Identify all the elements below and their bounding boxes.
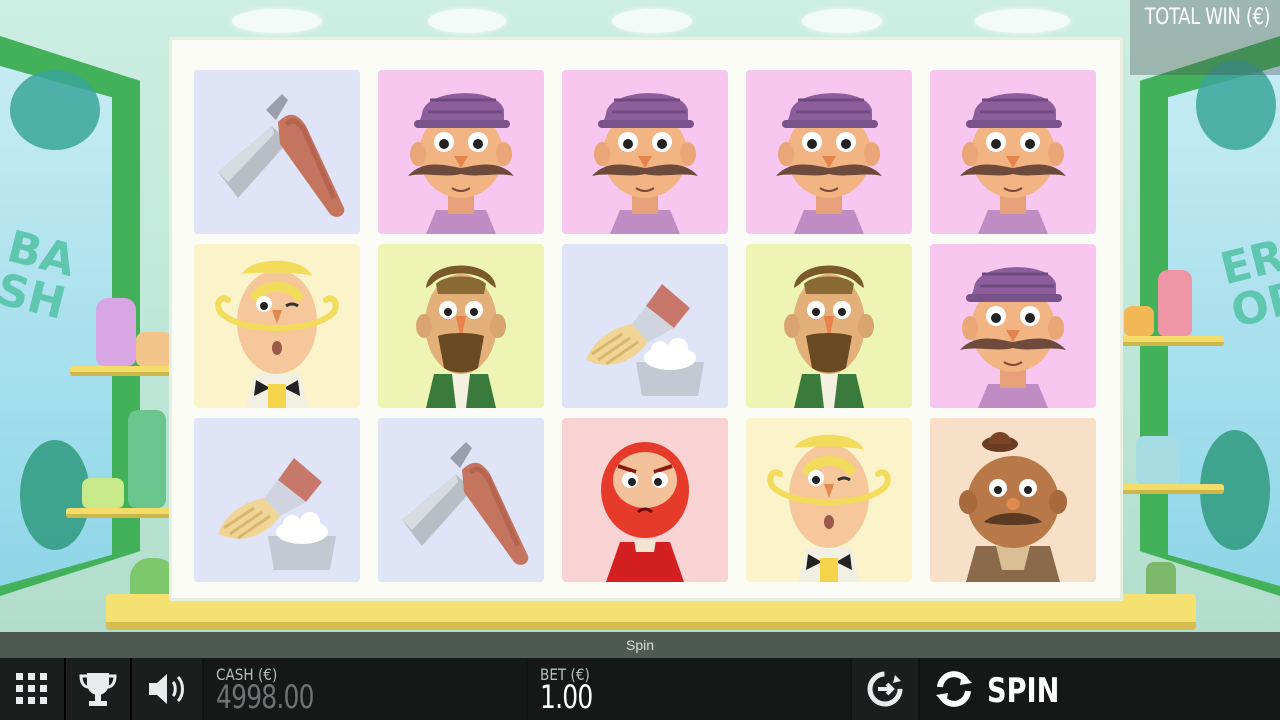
reel-5 — [922, 60, 1104, 590]
green-bottle — [128, 410, 166, 508]
trophy-button[interactable] — [66, 658, 130, 720]
trophy-icon — [79, 673, 117, 706]
shelf — [1120, 336, 1224, 346]
reel-3 — [554, 60, 736, 590]
total-win-label: TOTAL WIN (€) — [1144, 5, 1270, 30]
symbol-razor — [378, 418, 544, 582]
reel-2 — [370, 60, 552, 590]
jar — [82, 478, 124, 508]
reel-board — [172, 40, 1120, 598]
purple-bottle — [96, 298, 136, 366]
symbol-red — [562, 418, 728, 582]
reel-1 — [186, 60, 368, 590]
symbol-brush — [194, 418, 360, 582]
symbol-cap — [746, 70, 912, 234]
bottom-toolbar: CASH (€) 4998.00 BET (€) 1.00 SPIN — [0, 658, 1280, 720]
shelf — [66, 508, 176, 518]
pink-bottle — [1158, 270, 1192, 336]
spin-arrows-icon — [936, 671, 972, 707]
symbol-brown — [930, 418, 1096, 582]
sound-button[interactable] — [132, 658, 202, 720]
symbol-green — [378, 244, 544, 408]
status-bar: Spin — [0, 632, 1280, 658]
barber-shop-background: BA SH ER OP — [0, 0, 1280, 632]
counter — [106, 594, 1196, 630]
spin-label: SPIN — [987, 671, 1060, 711]
tree-decoration — [10, 70, 100, 150]
symbol-brush — [562, 244, 728, 408]
symbol-cap — [562, 70, 728, 234]
shelf — [70, 366, 176, 376]
bet-value: 1.00 — [540, 678, 593, 716]
cash-value: 4998.00 — [216, 678, 315, 716]
ceiling-light — [232, 9, 322, 33]
symbol-razor — [194, 70, 360, 234]
bet-selector[interactable]: BET (€) 1.00 — [528, 658, 850, 720]
shelf — [1118, 484, 1224, 494]
ceiling-light — [428, 9, 506, 33]
reel-4 — [738, 60, 920, 590]
symbol-cap — [378, 70, 544, 234]
spin-button[interactable] — [920, 658, 1280, 720]
jar — [1124, 306, 1154, 336]
blue-jar — [1136, 436, 1180, 484]
status-message: Spin — [625, 637, 655, 653]
autoplay-button[interactable] — [852, 658, 918, 720]
autoplay-icon — [867, 671, 903, 707]
symbol-cap — [930, 244, 1096, 408]
ceiling-light — [802, 9, 882, 33]
ceiling-light — [612, 9, 692, 33]
symbol-cap — [930, 70, 1096, 234]
cash-display: CASH (€) 4998.00 — [204, 658, 526, 720]
symbol-green — [746, 244, 912, 408]
bush-decoration — [20, 440, 90, 550]
symbol-blonde — [746, 418, 912, 582]
ceiling-light — [975, 9, 1070, 33]
total-win-panel: TOTAL WIN (€) — [1130, 0, 1280, 75]
menu-button[interactable] — [0, 658, 64, 720]
symbol-blonde — [194, 244, 360, 408]
jar — [136, 332, 172, 366]
grid-menu-icon — [16, 673, 47, 704]
speaker-icon — [149, 674, 184, 704]
